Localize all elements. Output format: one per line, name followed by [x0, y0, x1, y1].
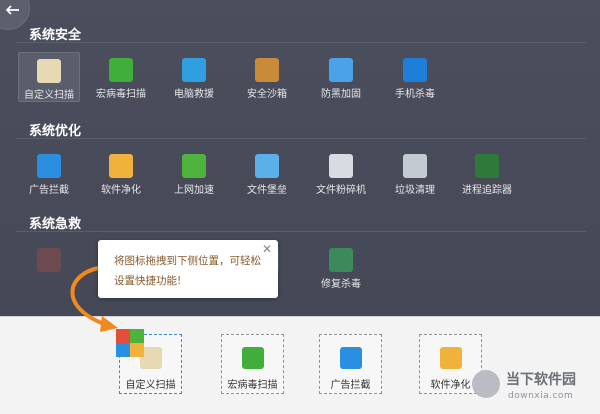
download-icon [472, 370, 500, 398]
section-title-optimize: 系统优化 [29, 124, 82, 139]
tool-item[interactable]: 自定义扫描 [18, 52, 80, 102]
section-title-rescue: 系统急救 [29, 217, 82, 232]
dock-slot[interactable]: 广告拦截 [319, 334, 382, 394]
section-title-security: 系统安全 [29, 28, 82, 43]
watermark-title: 当下软件园 [506, 372, 576, 388]
mobile-antivirus-icon [403, 58, 427, 82]
repair-antivirus-icon [329, 248, 353, 272]
tool-label: 软件净化 [101, 185, 141, 196]
internet-boost-icon [182, 154, 206, 178]
tooltip-text: 将图标拖拽到下侧位置，可轻松设置快捷功能! [114, 255, 261, 287]
tool-item[interactable]: 文件粉碎机 [310, 148, 372, 198]
ad-block-icon [339, 347, 362, 369]
section-divider [16, 42, 586, 43]
tool-item[interactable]: 进程追踪器 [456, 148, 518, 198]
tool-item[interactable]: 宏病毒扫描 [90, 52, 152, 102]
dock-slot-label: 广告拦截 [330, 380, 371, 391]
software-clean-icon [109, 154, 133, 178]
tool-item[interactable]: 上网加速 [163, 148, 225, 198]
tool-label: 手机杀毒 [395, 89, 435, 100]
tool-label: 广告拦截 [29, 185, 69, 196]
close-icon[interactable]: ✕ [262, 242, 272, 256]
security-sandbox-icon [255, 58, 279, 82]
tool-item[interactable]: 垃圾清理 [384, 148, 446, 198]
back-arrow-icon [6, 5, 19, 15]
dock-slot-label: 自定义扫描 [125, 380, 176, 391]
back-button[interactable] [0, 0, 30, 30]
tool-label: 文件堡垒 [247, 185, 287, 196]
file-shredder-icon [329, 154, 353, 178]
dock-slot-label: 宏病毒扫描 [227, 380, 278, 391]
custom-scan-icon [37, 59, 61, 83]
tool-label: 进程追踪器 [462, 185, 512, 196]
pc-rescue-icon [182, 58, 206, 82]
process-tracker-icon [475, 154, 499, 178]
section-divider [16, 231, 586, 232]
tool-item[interactable]: 防黑加固 [310, 52, 372, 102]
tool-label: 宏病毒扫描 [96, 89, 146, 100]
section-divider [16, 138, 586, 139]
anti-hack-icon [329, 58, 353, 82]
dock-slot[interactable]: 宏病毒扫描 [221, 334, 284, 394]
tool-label: 自定义扫描 [24, 90, 74, 101]
ad-block-icon [37, 154, 61, 178]
tool-item[interactable]: 手机杀毒 [384, 52, 446, 102]
watermark-url: downxia.com [508, 391, 574, 401]
tool-label: 电脑救援 [174, 89, 214, 100]
tool-label: 安全沙箱 [247, 89, 287, 100]
tool-item[interactable]: 电脑救援 [163, 52, 225, 102]
drag-hint-tooltip: 将图标拖拽到下侧位置，可轻松设置快捷功能! ✕ [98, 240, 278, 298]
tool-label: 上网加速 [174, 185, 214, 196]
tool-item[interactable]: 安全沙箱 [236, 52, 298, 102]
tool-label: 修复杀毒 [321, 279, 361, 290]
junk-clean-icon [403, 154, 427, 178]
macro-virus-scan-icon [241, 347, 264, 369]
tool-label: 垃圾清理 [395, 185, 435, 196]
software-clean-icon [439, 347, 462, 369]
tool-item[interactable]: 文件堡垒 [236, 148, 298, 198]
macro-virus-scan-icon [109, 58, 133, 82]
tool-item[interactable]: 软件净化 [90, 148, 152, 198]
site-watermark: 当下软件园 downxia.com [468, 366, 600, 414]
tool-label: 文件粉碎机 [316, 185, 366, 196]
tool-item[interactable]: 广告拦截 [18, 148, 80, 198]
tool-label: 防黑加固 [321, 89, 361, 100]
dragging-tool-icon [114, 327, 148, 361]
tool-item[interactable]: 修复杀毒 [310, 242, 372, 292]
file-vault-icon [255, 154, 279, 178]
